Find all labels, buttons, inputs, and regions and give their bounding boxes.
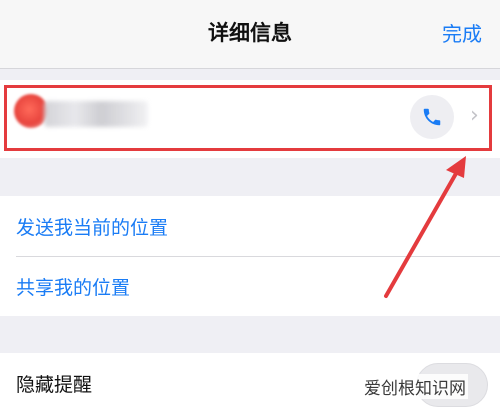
- annotation-arrow: [384, 156, 466, 298]
